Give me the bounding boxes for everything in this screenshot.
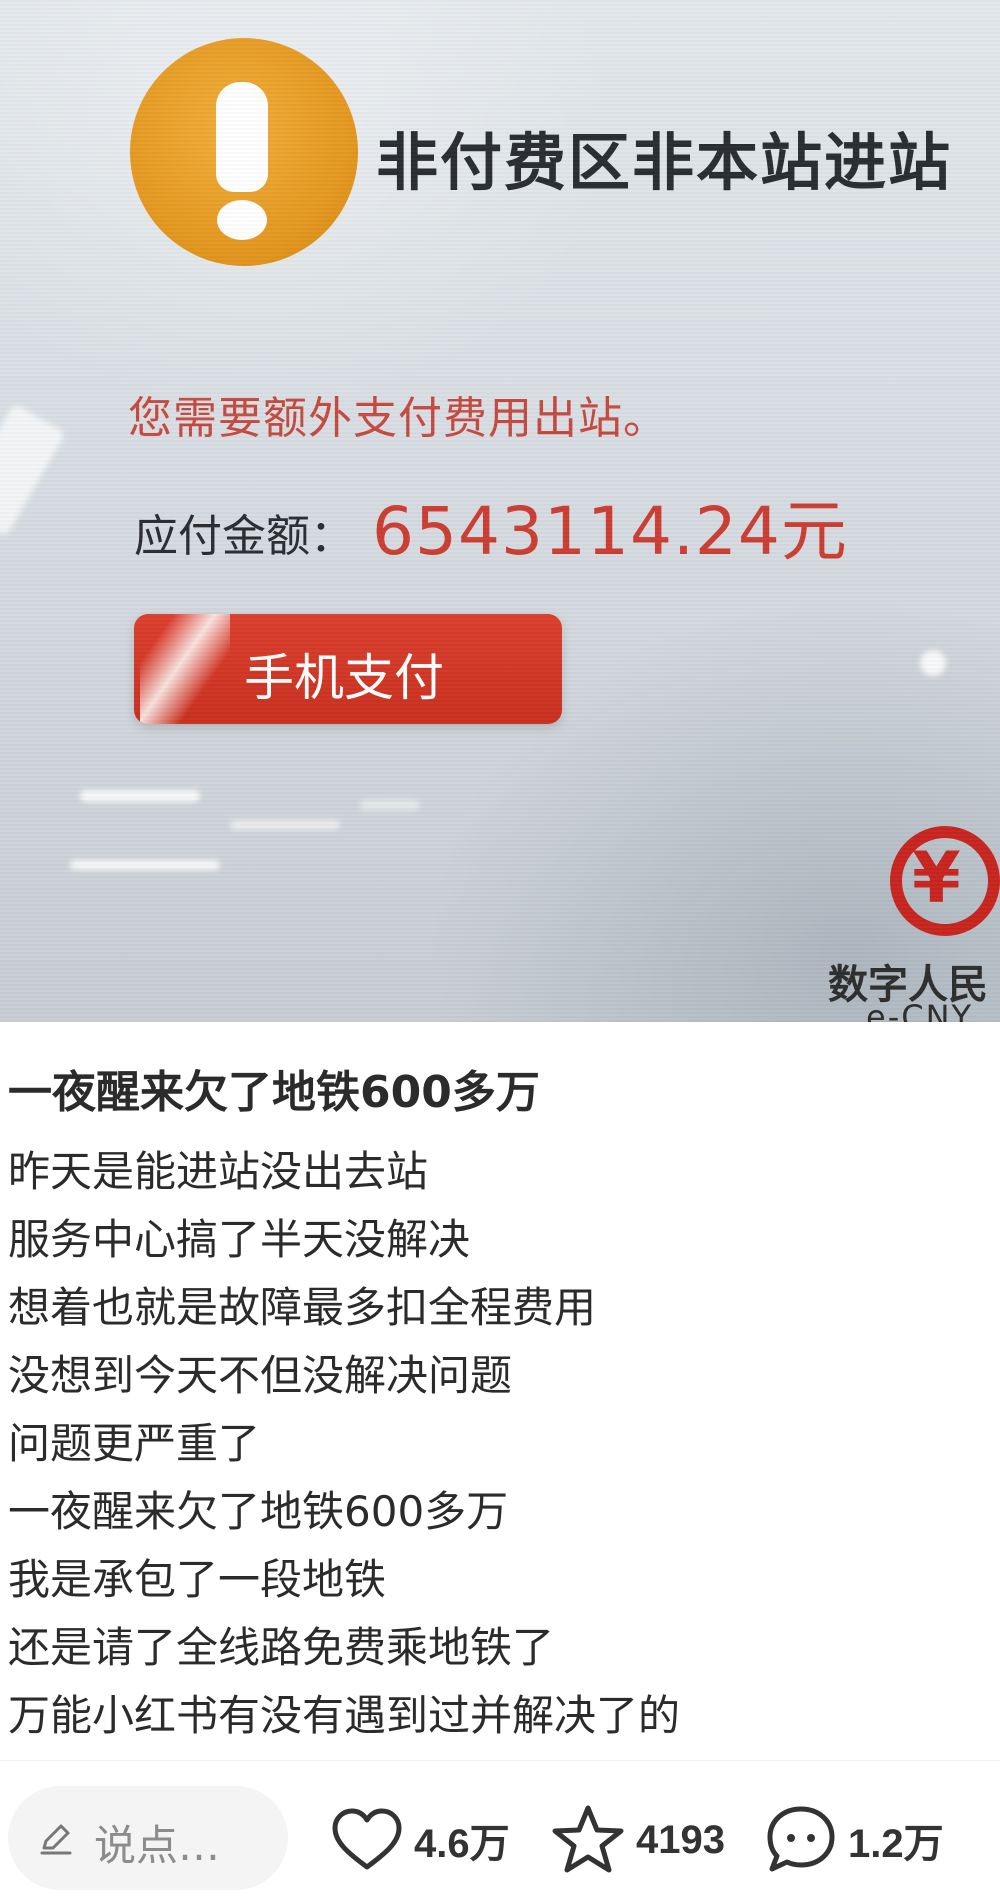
post-body-line: 我是承包了一段地铁 [8, 1555, 387, 1604]
post-body-line: 还是请了全线路免费乘地铁了 [8, 1623, 555, 1672]
warning-icon-dot [217, 200, 267, 240]
post-body-line: 一夜醒来欠了地铁600多万 [8, 1487, 509, 1536]
screen-glare [920, 650, 946, 676]
pencil-icon [40, 1824, 72, 1855]
like-button[interactable]: 4.6万 [330, 1800, 510, 1880]
post-photo[interactable]: 非付费区非本站进站 您需要额外支付费用出站。 应付金额： 6543114.24元… [0, 0, 1000, 1022]
heart-icon [332, 1808, 402, 1870]
comment-count: 1.2万 [848, 1822, 944, 1866]
screen-glare [0, 403, 66, 537]
post-page: 非付费区非本站进站 您需要额外支付费用出站。 应付金额： 6543114.24元… [0, 0, 1000, 1903]
mobile-pay-button: 手机支付 [134, 614, 562, 724]
favorite-count: 4193 [636, 1817, 725, 1862]
button-glare [140, 614, 230, 724]
screen-glare [70, 860, 220, 870]
post-body-line: 问题更严重了 [8, 1419, 261, 1468]
comment-input[interactable]: 说点… [8, 1786, 288, 1890]
like-count: 4.6万 [414, 1822, 510, 1866]
post-body-line: 没想到今天不但没解决问题 [8, 1351, 513, 1400]
post-body-line: 服务中心搞了半天没解决 [8, 1215, 471, 1264]
bottom-bar-divider [0, 1760, 1000, 1761]
post-body-line: 想着也就是故障最多扣全程费用 [8, 1283, 597, 1332]
ecny-subtext: e-CNY [866, 998, 974, 1022]
screen-glare [360, 800, 420, 810]
screen-message: 您需要额外支付费用出站。 [128, 393, 668, 444]
comment-placeholder: 说点… [94, 1821, 221, 1870]
warning-icon-bar [216, 82, 268, 192]
post-body: 昨天是能进站没出去站 服务中心搞了半天没解决 想着也就是故障最多扣全程费用 没想… [8, 1138, 680, 1750]
post-body-line: 万能小红书有没有遇到过并解决了的 [8, 1691, 681, 1740]
screen-glare [80, 790, 200, 802]
ecny-yen-icon: ¥ [912, 837, 961, 919]
comment-button[interactable]: 1.2万 [764, 1800, 944, 1880]
chat-bubble-icon [767, 1806, 835, 1872]
post-title: 一夜醒来欠了地铁600多万 [8, 1067, 540, 1118]
post-body-line: 昨天是能进站没出去站 [8, 1147, 429, 1196]
screen-title: 非付费区非本站进站 [376, 126, 953, 199]
mobile-pay-button-label: 手机支付 [244, 649, 444, 707]
screen-glare [230, 820, 340, 830]
amount-value: 6543114.24元 [372, 493, 848, 570]
favorite-button[interactable]: 4193 [550, 1800, 725, 1880]
amount-label: 应付金额： [134, 511, 354, 562]
star-icon [552, 1805, 624, 1873]
